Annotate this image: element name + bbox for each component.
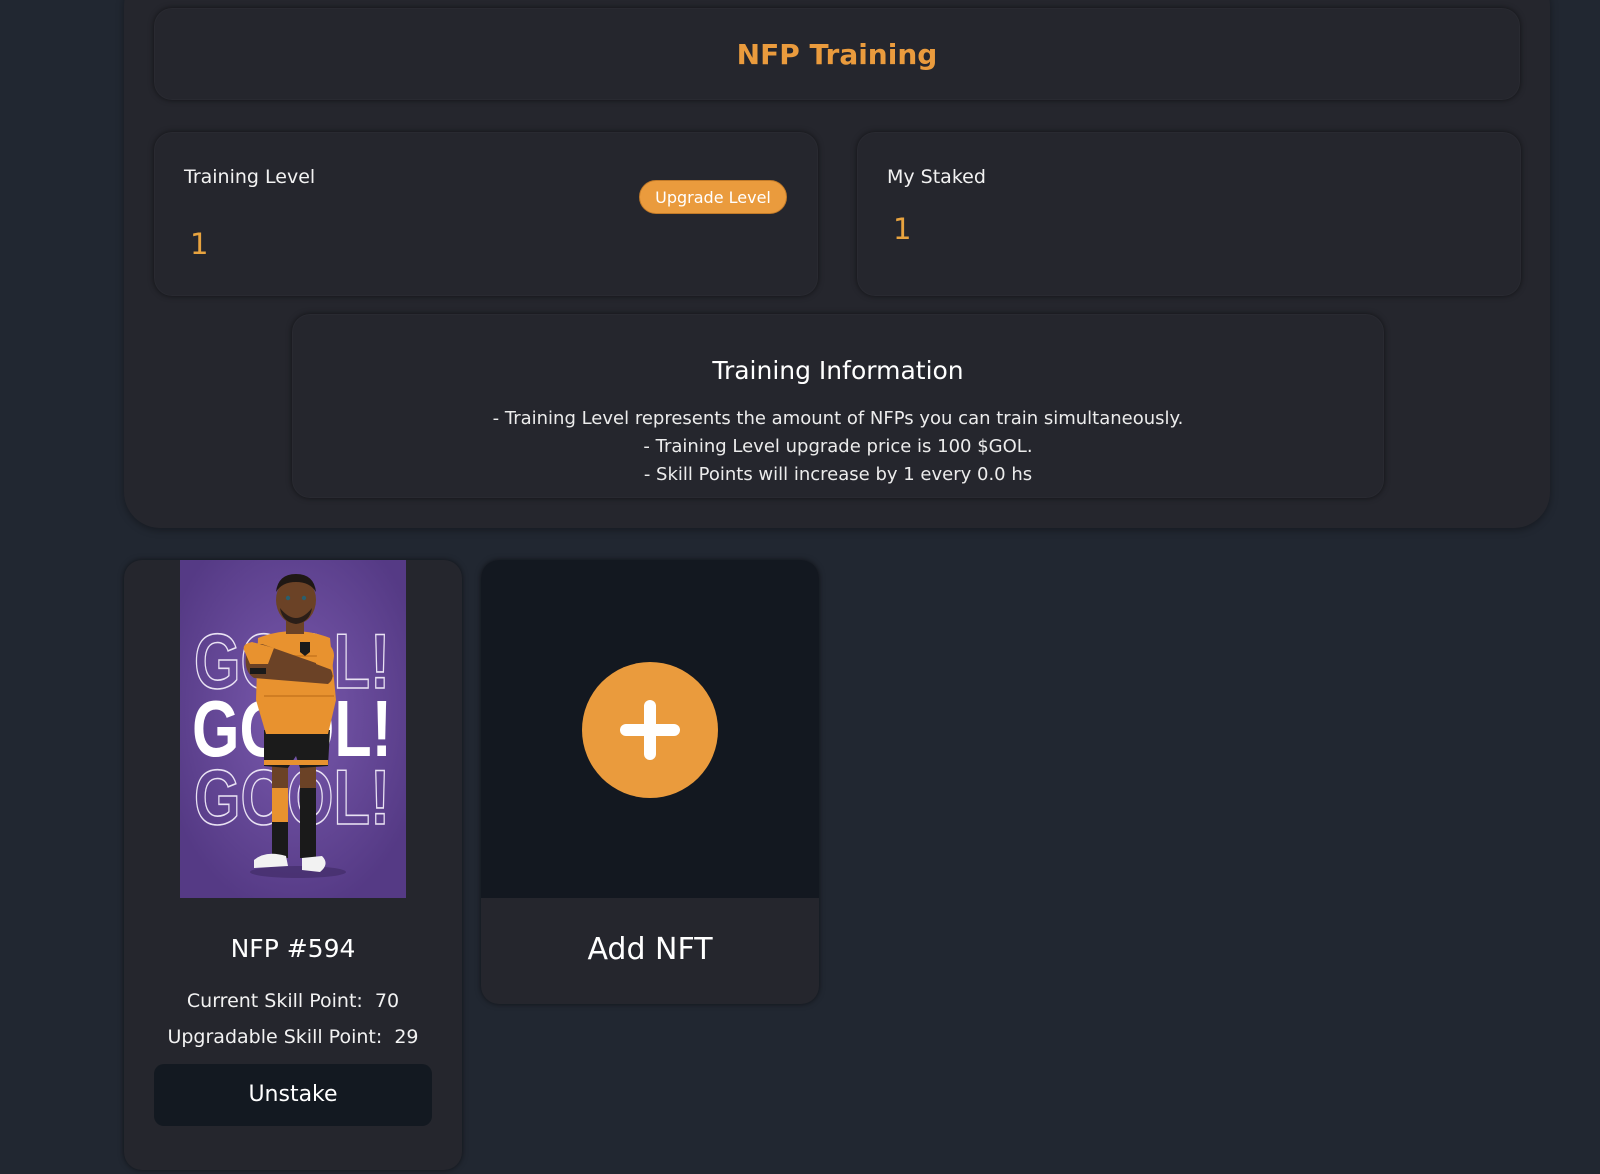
info-line: - Training Level represents the amount o… — [492, 408, 1184, 429]
training-panel: NFP Training Training Level Upgrade Leve… — [124, 0, 1550, 528]
page-title: NFP Training — [736, 38, 938, 71]
info-line: - Training Level upgrade price is 100 $G… — [643, 436, 1033, 457]
current-skill-label: Current Skill Point: — [186, 990, 363, 1012]
add-nft-card[interactable]: Add NFT — [481, 560, 819, 1004]
upgrade-level-button[interactable]: Upgrade Level — [639, 180, 787, 214]
training-level-value: 1 — [190, 227, 209, 261]
image-text-outline-bottom: GOOL! — [194, 753, 390, 841]
current-skill-row: Current Skill Point: 70 — [124, 990, 462, 1012]
info-line: - Skill Points will increase by 1 every … — [643, 464, 1033, 485]
my-staked-card: My Staked 1 — [857, 132, 1521, 296]
player-illustration: GOOL! GOOL! GOOL! — [180, 560, 406, 898]
training-level-label: Training Level — [184, 166, 316, 188]
my-staked-value: 1 — [893, 212, 912, 246]
upgradable-skill-row: Upgradable Skill Point: 29 — [124, 1026, 462, 1048]
current-skill-value: 70 — [374, 990, 400, 1012]
unstake-button[interactable]: Unstake — [154, 1064, 432, 1126]
nfp-player-image: GOOL! GOOL! GOOL! — [180, 560, 406, 898]
add-nft-label: Add NFT — [587, 932, 713, 967]
nft-name: NFP #594 — [230, 934, 356, 963]
add-nft-panel — [481, 560, 819, 898]
upgradable-skill-label: Upgradable Skill Point: — [167, 1026, 383, 1048]
my-staked-label: My Staked — [887, 166, 986, 188]
upgradable-skill-value: 29 — [394, 1026, 419, 1048]
training-information-title: Training Information — [712, 356, 964, 385]
training-level-card: Training Level Upgrade Level 1 — [154, 132, 818, 296]
nft-card: GOOL! GOOL! GOOL! — [124, 560, 462, 1170]
training-information-card: Training Information - Training Level re… — [292, 314, 1384, 498]
title-card: NFP Training — [154, 8, 1520, 100]
plus-icon[interactable] — [582, 662, 718, 798]
plus-icon-vertical — [644, 700, 656, 760]
